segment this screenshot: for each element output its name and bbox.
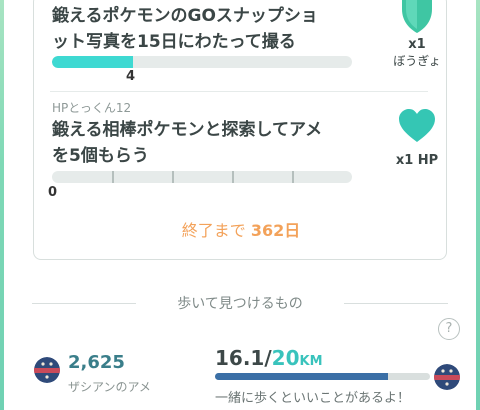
candy-icon [34, 357, 60, 383]
task-1-reward-name: ぼうぎょ [393, 54, 441, 68]
walk-progress-fill [215, 373, 389, 380]
progress-segment-tick [112, 171, 114, 183]
section-divider-right [344, 303, 448, 304]
task-2[interactable]: HPとっくん12 鍛える相棒ポケモンと探索してアメ を5個もらう 0 x1 HP [48, 95, 438, 205]
task-2-title: 鍛える相棒ポケモンと探索してアメ を5個もらう [52, 117, 352, 169]
distance-current: 16.1 [215, 346, 265, 370]
task-1-title-line1: 鍛えるポケモンのGOスナップショ [52, 6, 318, 26]
task-1-reward: x1 ぼうぎょ [382, 0, 452, 69]
task-1[interactable]: 鍛えるポケモンのGOスナップショ ット写真を15日にわたって撮る 4 x1 ぼう… [52, 0, 441, 85]
progress-segment-tick [232, 171, 234, 183]
progress-segment-tick [172, 171, 174, 183]
walk-message: 一緒に歩くといいことがあるよ！ [215, 391, 411, 406]
walk-distance: 16.1/20KM [215, 346, 323, 370]
task-2-progress-bar [52, 171, 352, 183]
distance-goal: 20 [271, 346, 300, 370]
candy-icon-right [434, 364, 460, 390]
task-2-title-line1: 鍛える相棒ポケモンと探索してアメ [52, 120, 323, 140]
task-1-progress-bar [52, 56, 352, 68]
time-remaining-label: 終了まで [181, 221, 246, 240]
task-2-reward-qty: x1 HP [395, 153, 439, 168]
distance-separator: / [264, 346, 272, 370]
candy-count: 2,625 [68, 352, 125, 373]
time-remaining: 終了まで 362日 [34, 217, 448, 241]
task-divider [50, 91, 428, 92]
help-button[interactable]: ? [438, 318, 460, 340]
walk-progress-bar [215, 373, 430, 380]
shield-icon [402, 0, 432, 33]
task-2-reward: x1 HP [382, 109, 452, 168]
heart-icon [399, 109, 435, 142]
special-research-card: 鍛えるポケモンのGOスナップショ ット写真を15日にわたって撮る 4 x1 ぼう… [33, 0, 447, 260]
task-1-progress-fill [52, 56, 133, 68]
progress-segment-tick [292, 171, 294, 183]
task-2-title-line2: を5個もらう [52, 146, 149, 166]
task-1-title-line2: ット写真を15日にわたって撮る [52, 32, 296, 52]
task-1-progress-value: 4 [126, 69, 136, 84]
task-1-reward-qty: x1 [408, 37, 426, 52]
task-1-title: 鍛えるポケモンのGOスナップショ ット写真を15日にわたって撮る [52, 3, 352, 55]
distance-unit: KM [299, 354, 323, 369]
time-remaining-value: 362日 [250, 221, 301, 240]
task-2-category: HPとっくん12 [52, 101, 132, 115]
candy-name: ザシアンのアメ [68, 380, 151, 394]
task-2-progress-value: 0 [48, 185, 58, 200]
walk-section-header: 歩いて見つけるもの [0, 293, 480, 313]
